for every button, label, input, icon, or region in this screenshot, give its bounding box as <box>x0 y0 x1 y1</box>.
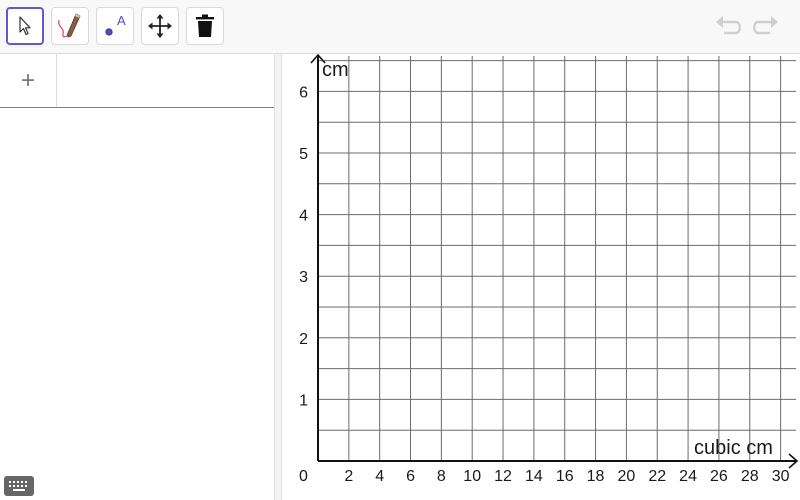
keyboard-button[interactable] <box>4 476 34 496</box>
move-tool-button[interactable] <box>6 7 44 45</box>
y-tick-label: 2 <box>299 331 308 348</box>
y-tick-label: 4 <box>299 208 308 225</box>
undo-icon <box>714 13 744 42</box>
point-tool-label: A <box>117 13 126 28</box>
x-tick-label: 26 <box>710 468 728 485</box>
x-tick-label: 10 <box>463 468 481 485</box>
pen-tool-button[interactable] <box>51 7 89 45</box>
trash-icon <box>194 13 216 39</box>
redo-icon <box>750 13 780 42</box>
algebra-input-row[interactable]: + <box>0 54 274 108</box>
coordinate-grid[interactable]: 2 4 6 8 10 12 14 16 18 20 22 24 26 28 30 123456 0 cubi… <box>283 54 800 500</box>
x-tick-label: 24 <box>679 468 697 485</box>
x-tick-label: 4 <box>375 468 384 485</box>
x-tick-label: 18 <box>587 468 605 485</box>
x-tick-labels: 2 4 6 8 10 12 14 16 18 20 22 24 26 28 30 <box>344 468 789 485</box>
panel-splitter[interactable] <box>274 54 282 500</box>
pen-icon <box>55 11 85 41</box>
x-tick-label: 20 <box>618 468 636 485</box>
x-axis-label: cubic cm <box>694 437 773 459</box>
add-item-button[interactable]: + <box>0 54 57 107</box>
graphics-view[interactable]: 2 4 6 8 10 12 14 16 18 20 22 24 26 28 30 123456 0 cubi… <box>283 54 800 500</box>
x-tick-label: 6 <box>406 468 415 485</box>
move-arrows-icon <box>147 13 173 39</box>
x-tick-label: 8 <box>437 468 446 485</box>
point-tool-button[interactable]: A <box>96 7 134 45</box>
y-axis-label: cm <box>322 59 349 81</box>
geogebra-app: A + 2 4 6 8 10 12 14 16 18 20 22 24 26 2… <box>0 0 800 500</box>
x-tick-label: 16 <box>556 468 574 485</box>
x-tick-label: 2 <box>344 468 353 485</box>
toolbar: A <box>0 0 800 54</box>
x-tick-label: 30 <box>772 468 790 485</box>
origin-label: 0 <box>299 468 308 485</box>
point-icon: A <box>100 11 130 41</box>
y-tick-label: 6 <box>299 84 308 101</box>
y-tick-label: 1 <box>299 392 308 409</box>
redo-button[interactable] <box>750 12 780 42</box>
x-tick-label: 22 <box>648 468 666 485</box>
delete-tool-button[interactable] <box>186 7 224 45</box>
x-tick-label: 28 <box>741 468 759 485</box>
y-tick-labels: 1 2 3 4 5 6 <box>299 84 308 409</box>
x-tick-label: 12 <box>494 468 512 485</box>
move-graphics-tool-button[interactable] <box>141 7 179 45</box>
grid-lines <box>318 56 796 461</box>
keyboard-icon <box>4 481 34 500</box>
axes <box>310 54 799 469</box>
arrow-pointer-icon <box>15 15 35 37</box>
undo-button[interactable] <box>714 12 744 42</box>
y-tick-label: 5 <box>299 146 308 163</box>
algebra-view: + <box>0 54 274 500</box>
y-tick-label: 3 <box>299 269 308 286</box>
x-tick-label: 14 <box>525 468 543 485</box>
